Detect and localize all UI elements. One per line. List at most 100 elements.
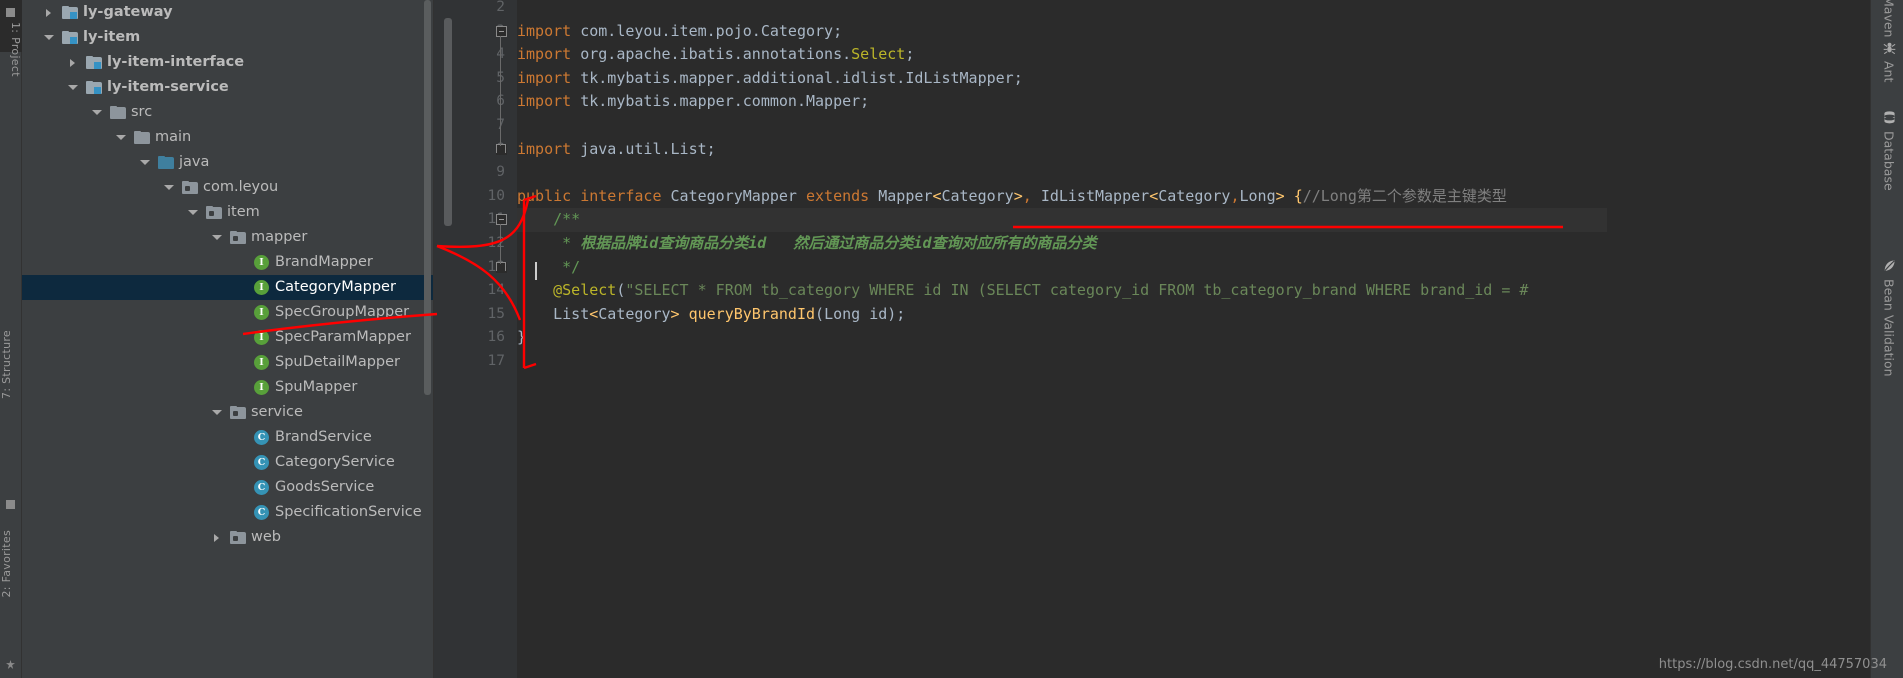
tree-node-label: ly-item xyxy=(83,29,141,45)
tree-node-icon xyxy=(230,525,246,550)
tree-node-com-leyou[interactable]: com.leyou xyxy=(22,175,434,200)
package-icon xyxy=(206,206,222,219)
fold-guide-line xyxy=(500,224,501,264)
tree-node-ly-gateway[interactable]: ly-gateway xyxy=(22,0,434,25)
code-token: tk.mybatis.mapper.additional.idlist.IdLi… xyxy=(580,68,1023,87)
tree-node-label: SpecGroupMapper xyxy=(275,304,410,320)
tree-node-label: SpuDetailMapper xyxy=(275,354,400,370)
code-line[interactable]: import tk.mybatis.mapper.common.Mapper; xyxy=(517,90,869,114)
fold-collapse-icon[interactable] xyxy=(496,214,507,226)
fold-end-icon[interactable] xyxy=(496,143,507,155)
chevron-right-icon[interactable] xyxy=(210,525,223,550)
tree-node-categoryservice[interactable]: C CategoryService xyxy=(22,450,434,475)
sidebar-tab-structure[interactable]: 7: Structure xyxy=(0,330,22,399)
tree-node-ly-item[interactable]: ly-item xyxy=(22,25,434,50)
code-token: Long xyxy=(824,304,870,323)
sidebar-tab-project[interactable]: 1: Project xyxy=(0,22,22,77)
chevron-down-icon[interactable] xyxy=(90,100,103,125)
sidebar-tab-favorites[interactable]: 2: Favorites xyxy=(0,530,22,598)
tree-node-src[interactable]: src xyxy=(22,100,434,125)
code-token: ( xyxy=(815,304,825,323)
code-line[interactable]: public interface CategoryMapper extends … xyxy=(517,185,1507,209)
editor-gutter[interactable]: 234567891011121314151617 xyxy=(434,0,517,678)
code-line[interactable]: } xyxy=(517,326,526,350)
chevron-down-icon[interactable] xyxy=(114,125,127,150)
class-icon: C xyxy=(254,430,269,445)
code-token: /** xyxy=(553,210,581,229)
interface-icon: I xyxy=(254,305,269,320)
tree-node-item[interactable]: item xyxy=(22,200,434,225)
database-label: Database xyxy=(1881,131,1897,191)
code-token: public xyxy=(517,186,581,205)
left-tool-strip: 1: Project 7: Structure 2: Favorites xyxy=(0,0,22,678)
code-line[interactable]: * 根据品牌id查询商品分类id 然后通过商品分类id查询对应所有的商品分类 xyxy=(517,232,1096,256)
tree-node-icon: I xyxy=(254,375,269,400)
tree-node-specgroupmapper[interactable]: I SpecGroupMapper xyxy=(22,300,434,325)
line-number: 16 xyxy=(487,329,505,346)
code-line[interactable]: List<Category> queryByBrandId(Long id); xyxy=(517,303,905,327)
tree-node-mapper[interactable]: mapper xyxy=(22,225,434,250)
structure-icon xyxy=(6,500,15,509)
code-line[interactable]: @Select("SELECT * FROM tb_category WHERE… xyxy=(517,279,1528,303)
tree-node-web[interactable]: web xyxy=(22,525,434,550)
sidebar-tab-maven[interactable]: Maven xyxy=(1877,0,1901,37)
code-token: Category xyxy=(941,186,1014,205)
code-content[interactable]: import com.leyou.item.pojo.Category; impo… xyxy=(517,0,1870,678)
code-token: queryByBrandId xyxy=(688,304,816,323)
tree-node-icon xyxy=(182,175,198,200)
ant-label: Ant xyxy=(1881,61,1897,83)
chevron-down-icon[interactable] xyxy=(138,150,151,175)
code-token: Category xyxy=(1158,186,1231,205)
tree-node-categorymapper[interactable]: I CategoryMapper xyxy=(22,275,434,300)
package-icon xyxy=(230,531,246,544)
code-line[interactable]: import com.leyou.item.pojo.Category; xyxy=(517,20,842,44)
tree-node-label: ly-item-service xyxy=(107,79,229,95)
chevron-down-icon[interactable] xyxy=(66,75,79,100)
tree-node-spumapper[interactable]: I SpuMapper xyxy=(22,375,434,400)
tree-scrollbar[interactable] xyxy=(424,0,431,395)
tree-node-brandmapper[interactable]: I BrandMapper xyxy=(22,250,434,275)
tree-node-goodsservice[interactable]: C GoodsService xyxy=(22,475,434,500)
sidebar-tab-ant[interactable]: Ant xyxy=(1877,40,1901,82)
fold-collapse-icon[interactable] xyxy=(496,25,507,37)
tree-node-main[interactable]: main xyxy=(22,125,434,150)
tree-node-ly-item-interface[interactable]: ly-item-interface xyxy=(22,50,434,75)
tree-node-icon xyxy=(206,200,222,225)
chevron-down-icon[interactable] xyxy=(210,400,223,425)
code-line[interactable]: import java.util.List; xyxy=(517,138,716,162)
chevron-down-icon[interactable] xyxy=(210,225,223,250)
tree-node-service[interactable]: service xyxy=(22,400,434,425)
code-line[interactable]: import org.apache.ibatis.annotations.Sel… xyxy=(517,43,914,67)
module-folder-icon xyxy=(86,81,102,94)
tree-node-icon: C xyxy=(254,500,269,525)
code-token: > xyxy=(670,304,689,323)
line-number: 6 xyxy=(445,90,505,114)
chevron-down-icon[interactable] xyxy=(42,25,55,50)
tree-node-ly-item-service[interactable]: ly-item-service xyxy=(22,75,434,100)
tree-node-label: SpuMapper xyxy=(275,379,358,395)
line-number: 7 xyxy=(445,114,505,138)
sidebar-tab-bean-validation[interactable]: Bean Validation xyxy=(1877,258,1901,377)
fold-end-icon[interactable] xyxy=(496,261,507,273)
chevron-down-icon[interactable] xyxy=(162,175,175,200)
code-line[interactable]: /** xyxy=(517,208,1607,232)
tree-node-java[interactable]: java xyxy=(22,150,434,175)
chevron-down-icon[interactable] xyxy=(186,200,199,225)
tree-node-brandservice[interactable]: C BrandService xyxy=(22,425,434,450)
favorites-icon xyxy=(6,660,15,669)
tree-node-icon: I xyxy=(254,250,269,275)
code-editor[interactable]: 234567891011121314151617 import com.leyo… xyxy=(434,0,1870,678)
sidebar-tab-database[interactable]: Database xyxy=(1877,110,1901,191)
watermark-text: https://blog.csdn.net/qq_44757034 xyxy=(1658,657,1887,672)
tree-node-specificationservice[interactable]: C SpecificationService xyxy=(22,500,434,525)
code-line[interactable]: */ xyxy=(517,256,580,280)
tree-node-label: ly-gateway xyxy=(83,4,173,20)
chevron-right-icon[interactable] xyxy=(66,50,79,75)
tree-node-spudetailmapper[interactable]: I SpuDetailMapper xyxy=(22,350,434,375)
tree-node-specparammapper[interactable]: I SpecParamMapper xyxy=(22,325,434,350)
code-line[interactable]: import tk.mybatis.mapper.additional.idli… xyxy=(517,67,1023,91)
project-tree-panel[interactable]: ly-gateway ly-item ly-item-interface ly-ite… xyxy=(22,0,434,678)
chevron-right-icon[interactable] xyxy=(42,0,55,25)
tree-node-icon xyxy=(62,0,78,25)
